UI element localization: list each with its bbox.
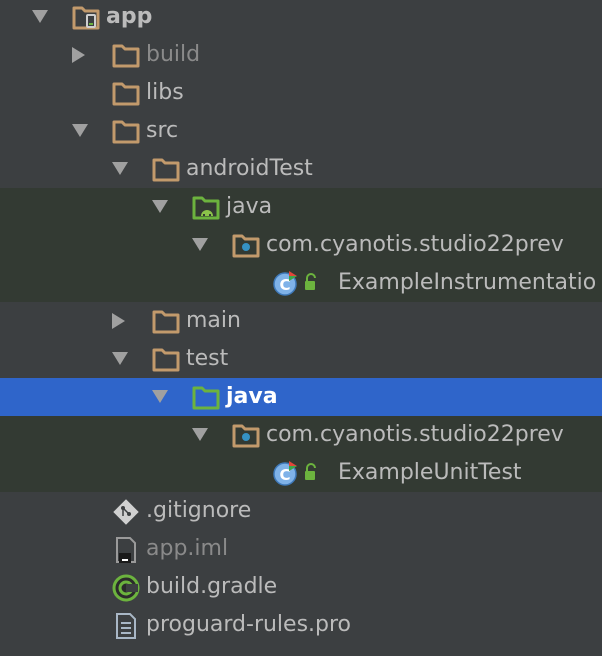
tree-row-label: ExampleInstrumentatio [338,270,597,295]
expanded-arrow-icon[interactable] [32,10,48,23]
tree-row-label: libs [146,80,184,105]
tree-row-com-cyanotis-studio22prev[interactable]: com.cyanotis.studio22prev [0,416,602,454]
package-icon [232,232,260,258]
git-file-icon [112,498,140,525]
tree-row-main[interactable]: main [0,302,602,340]
tree-row-com-cyanotis-studio22prev[interactable]: com.cyanotis.studio22prev [0,226,602,264]
folder-icon [152,346,180,372]
tree-row-label: com.cyanotis.studio22prev [266,422,564,447]
tree-row-label: build [146,42,201,67]
expanded-arrow-icon[interactable] [112,352,128,365]
tree-row-exampleinstrumentatio[interactable]: C ExampleInstrumentatio [0,264,602,302]
tree-row-label: ExampleUnitTest [338,460,522,485]
collapsed-arrow-icon[interactable] [112,313,125,329]
test-class-icon: C [272,269,316,296]
tree-row-label: src [146,118,179,143]
tree-row-src[interactable]: src [0,112,602,150]
tree-row-exampleunittest[interactable]: C ExampleUnitTest [0,454,602,492]
collapsed-arrow-icon[interactable] [72,47,85,63]
tree-row-java[interactable]: java [0,378,602,416]
folder-icon [152,156,180,182]
tree-row-label: app [106,4,153,29]
tree-row-gitignore[interactable]: .gitignore [0,492,602,530]
tree-row-libs[interactable]: libs [0,74,602,112]
expanded-arrow-icon[interactable] [152,390,168,403]
android-test-folder-icon [192,194,220,220]
folder-icon [112,80,140,106]
tree-row-build[interactable]: build [0,36,602,74]
svg-text:C: C [279,466,290,484]
tree-row-label: java [226,194,273,219]
expanded-arrow-icon[interactable] [192,428,208,441]
folder-icon [152,308,180,334]
test-class-icon: C [272,459,316,486]
project-tree: app build libs src androidTest java com.cyanot… [0,0,602,656]
tree-row-label: androidTest [186,156,313,181]
expanded-arrow-icon[interactable] [112,162,128,175]
tree-row-proguard-rules-pro[interactable]: proguard-rules.pro [0,606,602,644]
text-file-icon [112,612,140,639]
gradle-icon [112,574,140,602]
tree-row-label: app.iml [146,536,229,561]
expanded-arrow-icon[interactable] [152,200,168,213]
folder-icon [112,42,140,68]
tree-row-test[interactable]: test [0,340,602,378]
iml-file-icon [112,536,140,563]
package-icon [232,422,260,448]
tree-row-label: test [186,346,229,371]
tree-row-label: main [186,308,241,333]
tree-row-androidtest[interactable]: androidTest [0,150,602,188]
tree-row-label: build.gradle [146,574,278,599]
expanded-arrow-icon[interactable] [72,124,88,137]
folder-icon [112,118,140,144]
tree-row-app[interactable]: app [0,0,602,36]
tree-row-label: java [226,384,278,409]
tree-row-build-gradle[interactable]: build.gradle [0,568,602,606]
tree-row-label: proguard-rules.pro [146,612,352,637]
tree-row-label: .gitignore [146,498,252,523]
expanded-arrow-icon[interactable] [192,238,208,251]
tree-row-app-iml[interactable]: app.iml [0,530,602,568]
test-folder-icon [192,384,220,410]
tree-row-java[interactable]: java [0,188,602,226]
svg-text:C: C [279,276,290,294]
module-folder-icon [72,4,100,30]
tree-row-label: com.cyanotis.studio22prev [266,232,564,257]
